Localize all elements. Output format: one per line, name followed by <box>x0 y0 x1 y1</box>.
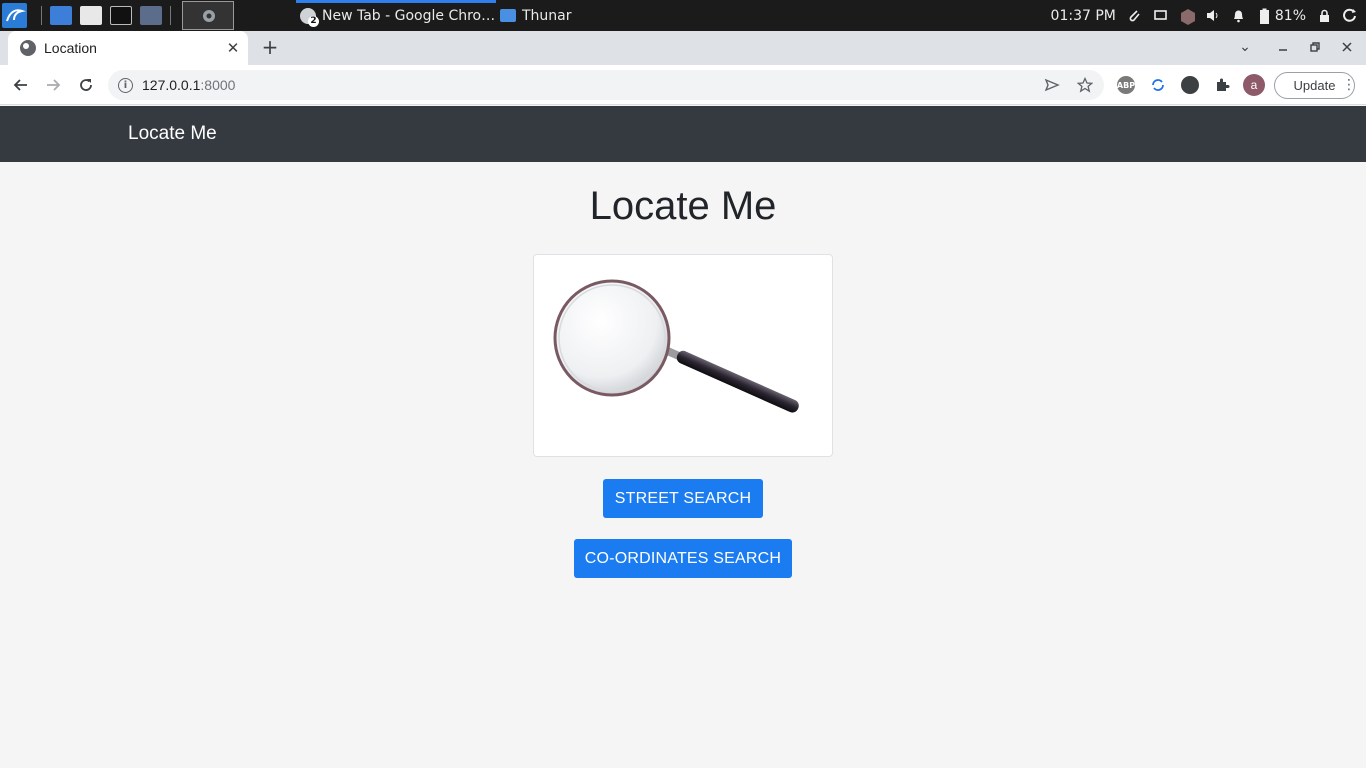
browser-tab-strip: Location ✕ + ⌄ <box>0 31 1366 65</box>
chrome-icon <box>300 7 319 27</box>
folder-icon <box>500 9 516 22</box>
extensions-puzzle-icon[interactable] <box>1213 76 1231 94</box>
minimize-icon[interactable] <box>1268 33 1298 61</box>
globe-extension-icon[interactable] <box>1181 76 1199 94</box>
street-search-button[interactable]: STREET SEARCH <box>603 479 763 518</box>
address-bar[interactable]: i 127.0.0.1:8000 <box>108 70 1104 100</box>
profile-avatar[interactable]: a <box>1243 74 1265 96</box>
os-taskbar: New Tab - Google Chro… Thunar 01:37 PM 8… <box>0 0 1366 31</box>
sync-extension-icon[interactable] <box>1149 76 1167 94</box>
battery-percent: 81% <box>1274 7 1306 24</box>
system-tray: 01:37 PM 81% <box>1051 0 1366 31</box>
battery-icon[interactable] <box>1257 8 1272 24</box>
task-chrome[interactable]: New Tab - Google Chro… <box>300 0 495 31</box>
browser-tab[interactable]: Location ✕ <box>8 31 248 65</box>
taskbar-separator <box>170 6 171 25</box>
close-window-icon[interactable] <box>1332 33 1362 61</box>
file-manager-icon[interactable] <box>80 6 102 25</box>
bookmark-star-icon[interactable] <box>1077 70 1093 100</box>
clock[interactable]: 01:37 PM <box>1051 8 1116 24</box>
desktop-switch-icon[interactable] <box>140 6 162 25</box>
new-tab-icon[interactable]: + <box>258 35 282 59</box>
navbar-brand[interactable]: Locate Me <box>128 106 217 162</box>
tab-title: Location <box>44 40 97 56</box>
volume-icon[interactable] <box>1205 8 1220 23</box>
magnifying-glass-icon <box>553 279 799 413</box>
reload-icon[interactable] <box>72 71 100 99</box>
url-port: :8000 <box>200 77 236 93</box>
notification-bell-icon[interactable] <box>1231 8 1246 23</box>
display-icon[interactable] <box>1153 8 1168 23</box>
coordinates-search-button[interactable]: CO-ORDINATES SEARCH <box>574 539 792 578</box>
browser-toolbar: i 127.0.0.1:8000 ABP a Update ⋮ <box>0 65 1366 105</box>
web-page: Locate Me Locate Me STREET SEARCH CO-ORD… <box>0 106 1366 768</box>
task-thunar[interactable]: Thunar <box>500 0 572 31</box>
power-icon[interactable] <box>1343 8 1358 23</box>
kali-menu-icon[interactable] <box>2 3 27 28</box>
package-icon[interactable] <box>1179 8 1195 25</box>
workspace-chrome-thumbnail[interactable] <box>182 1 234 30</box>
restore-icon[interactable] <box>1300 33 1330 61</box>
task-label: New Tab - Google Chro… <box>322 7 496 24</box>
send-to-devices-icon[interactable] <box>1044 70 1060 100</box>
taskbar-separator <box>41 6 42 25</box>
close-tab-icon[interactable]: ✕ <box>222 37 244 59</box>
magnifying-glass-image <box>533 254 833 457</box>
paperclip-icon[interactable] <box>1127 8 1142 23</box>
chrome-menu-icon[interactable]: ⋮ <box>1342 77 1356 93</box>
lock-icon[interactable] <box>1317 8 1332 23</box>
terminal-icon[interactable] <box>110 6 132 25</box>
show-desktop-icon[interactable] <box>50 6 72 25</box>
adblock-extension-icon[interactable]: ABP <box>1117 76 1135 94</box>
url-host: 127.0.0.1 <box>142 77 201 93</box>
site-info-icon[interactable]: i <box>118 77 133 93</box>
back-arrow-icon[interactable] <box>7 71 35 99</box>
task-label: Thunar <box>522 7 572 24</box>
page-title: Locate Me <box>589 184 777 228</box>
tab-search-icon[interactable]: ⌄ <box>1230 33 1260 61</box>
globe-favicon-icon <box>20 40 36 56</box>
forward-arrow-icon[interactable] <box>39 71 67 99</box>
site-navbar: Locate Me <box>0 106 1366 162</box>
